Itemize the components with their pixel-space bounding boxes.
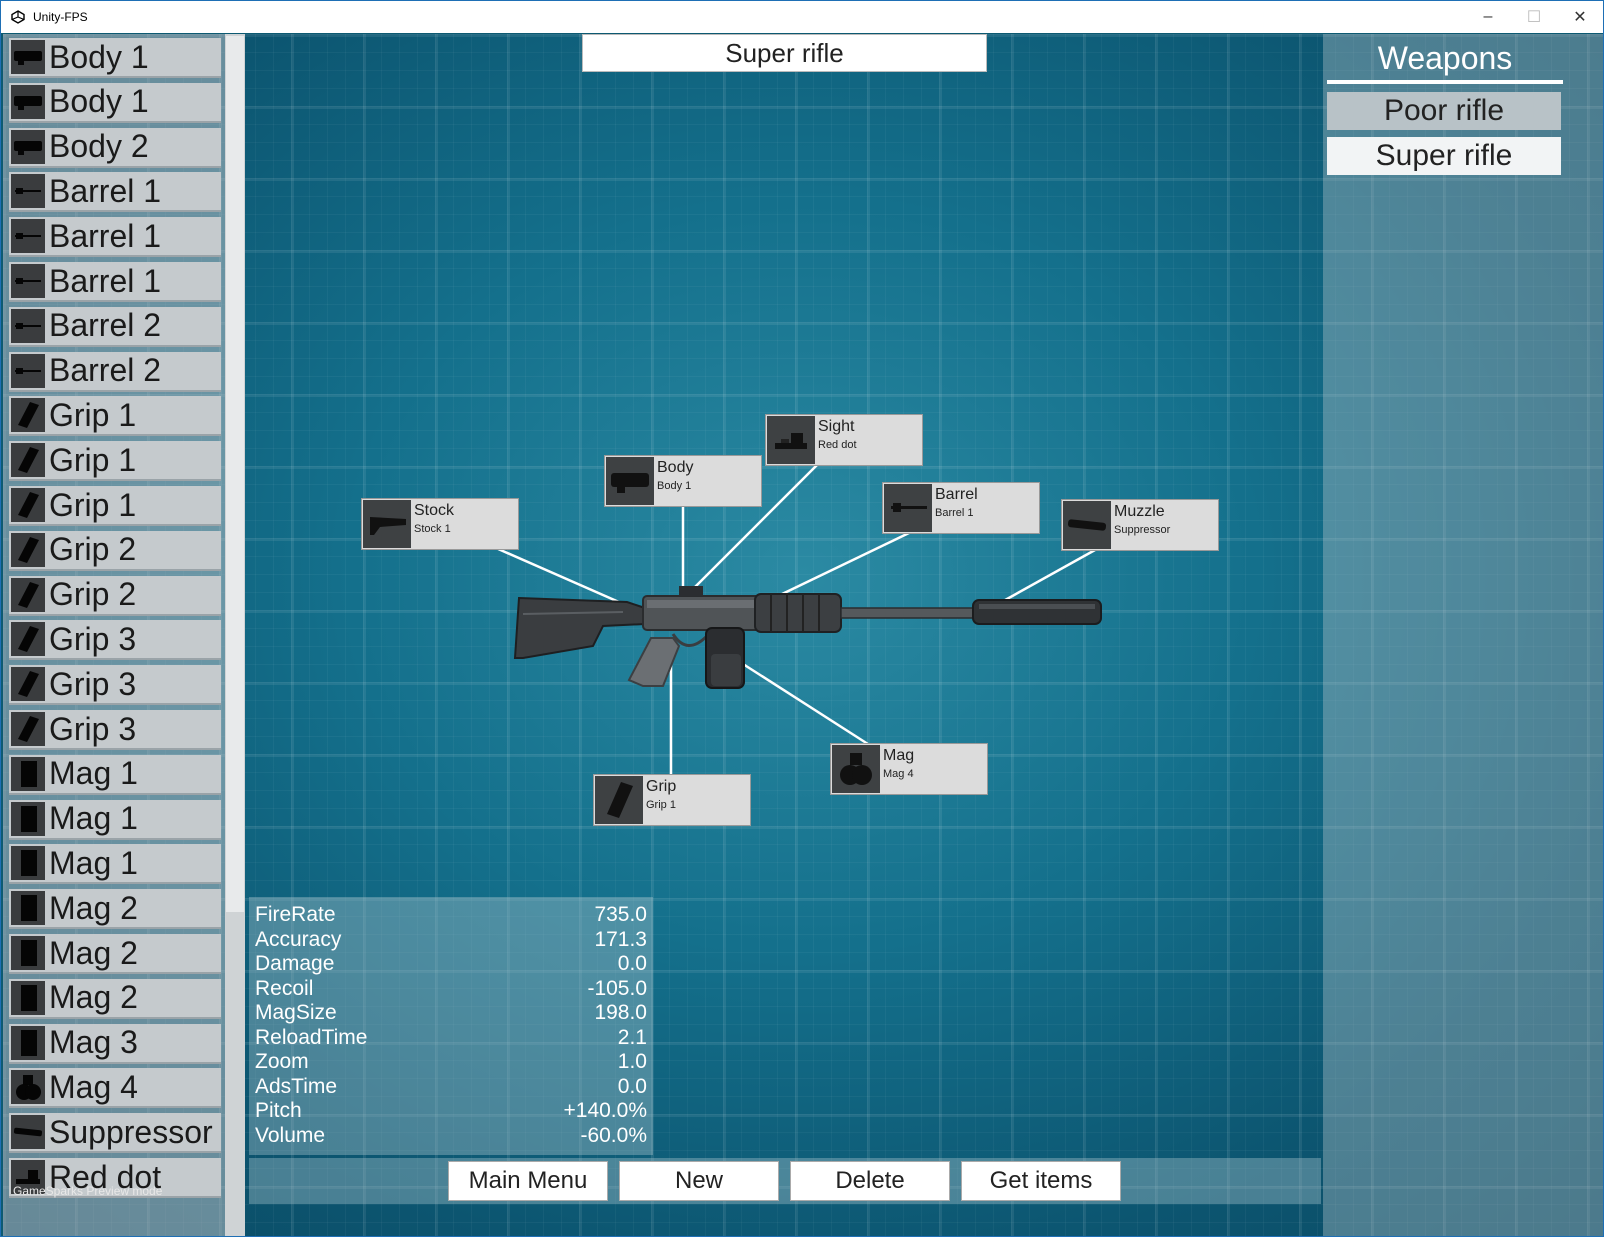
slot-barrel-value: Barrel 1 (935, 507, 974, 519)
stat-row: Pitch +140.0% (255, 1099, 647, 1123)
slot-grip-name: Grip (646, 778, 677, 795)
new-button[interactable]: New (619, 1161, 779, 1201)
stat-row: Recoil -105.0 (255, 977, 647, 1001)
stat-name: MagSize (255, 1001, 337, 1024)
slot-stock-name: Stock (414, 502, 455, 519)
stat-value: 198.0 (594, 1001, 647, 1024)
bottom-toolbar (249, 1158, 1321, 1204)
slot-stock-value: Stock 1 (414, 523, 451, 535)
stat-value: 1.0 (617, 1050, 647, 1073)
stat-value: +140.0% (563, 1099, 648, 1122)
body-icon (606, 457, 654, 505)
stat-row: Volume -60.0% (255, 1124, 647, 1148)
stat-name: ReloadTime (255, 1025, 368, 1049)
slot-mag-value: Mag 4 (883, 768, 914, 780)
slot-body-value: Body 1 (657, 480, 692, 492)
slot-grip[interactable]: Grip Grip 1 (593, 774, 751, 826)
stat-row: FireRate 735.0 (255, 903, 647, 927)
slot-muzzle-value: Suppressor (1114, 524, 1171, 536)
slot-barrel-name: Barrel (935, 486, 978, 503)
weapon-item-poor-rifle[interactable]: Poor rifle (1327, 92, 1561, 130)
drum-mag-icon (832, 745, 880, 793)
weapons-heading: Weapons (1327, 36, 1563, 84)
title-bar: Unity-FPS – ☐ ✕ (1, 1, 1603, 33)
slot-sight[interactable]: Sight Red dot (765, 414, 923, 466)
slot-muzzle[interactable]: Muzzle Suppressor (1061, 499, 1219, 551)
delete-button[interactable]: Delete (790, 1161, 950, 1201)
sight-icon (767, 416, 815, 464)
stat-name: Damage (255, 952, 335, 975)
window-title: Unity-FPS (33, 10, 88, 24)
app-window: Unity-FPS – ☐ ✕ Body 1 Body 1 Body 2 Barrel… (0, 0, 1604, 1237)
stat-name: Volume (255, 1123, 326, 1147)
stat-row: ReloadTime 2.1 (255, 1026, 647, 1050)
rifle-drawing (513, 586, 1102, 689)
stat-value: 0.0 (617, 1074, 647, 1098)
slot-body-name: Body (657, 459, 694, 476)
stat-value: -105.0 (587, 976, 647, 1000)
unity-logo-icon (9, 8, 27, 26)
stat-row: Zoom 1.0 (255, 1050, 647, 1074)
maximize-button[interactable]: ☐ (1511, 1, 1557, 33)
slot-sight-value: Red dot (818, 439, 857, 451)
weapons-panel: Weapons Poor rifle Super rifle (1323, 34, 1603, 1236)
slot-mag[interactable]: Mag Mag 4 (830, 743, 988, 795)
suppressor-icon (1063, 501, 1111, 549)
minimize-button[interactable]: – (1465, 1, 1511, 33)
slot-mag-name: Mag (883, 747, 915, 764)
stats-panel: FireRate 735.0 Accuracy 171.3 Damage 0.0 Recoi… (249, 897, 653, 1155)
stat-name: Pitch (255, 1099, 302, 1122)
get-items-button[interactable]: Get items (961, 1161, 1121, 1201)
stat-value: 0.0 (617, 952, 647, 975)
slot-stock[interactable]: Stock Stock 1 (361, 498, 519, 550)
slot-sight-name: Sight (818, 418, 855, 435)
stat-name: Accuracy (255, 927, 342, 951)
slot-barrel[interactable]: Barrel Barrel 1 (882, 482, 1040, 534)
barrel-icon (884, 484, 932, 532)
stat-value: 735.0 (594, 903, 647, 926)
stat-row: Accuracy 171.3 (255, 928, 647, 952)
stat-value: 2.1 (617, 1025, 647, 1049)
stat-name: AdsTime (255, 1074, 338, 1098)
stat-value: 171.3 (594, 927, 647, 951)
slot-grip-value: Grip 1 (646, 799, 676, 811)
slot-body[interactable]: Body Body 1 (604, 455, 762, 507)
stat-row: Damage 0.0 (255, 952, 647, 976)
stat-value: -60.0% (580, 1123, 647, 1147)
stock-icon (363, 500, 411, 548)
stat-name: Recoil (255, 976, 314, 1000)
stat-row: MagSize 198.0 (255, 1001, 647, 1025)
close-button[interactable]: ✕ (1557, 1, 1603, 33)
stat-name: Zoom (255, 1050, 309, 1073)
main-menu-button[interactable]: Main Menu (448, 1161, 608, 1201)
slot-muzzle-name: Muzzle (1114, 503, 1165, 520)
stat-name: FireRate (255, 903, 336, 926)
stat-row: AdsTime 0.0 (255, 1075, 647, 1099)
grip-icon (595, 776, 643, 824)
weapon-item-super-rifle[interactable]: Super rifle (1327, 137, 1561, 175)
game-viewport: Body 1 Body 1 Body 2 Barrel 1 Barrel 1 Barrel… (3, 34, 1603, 1236)
